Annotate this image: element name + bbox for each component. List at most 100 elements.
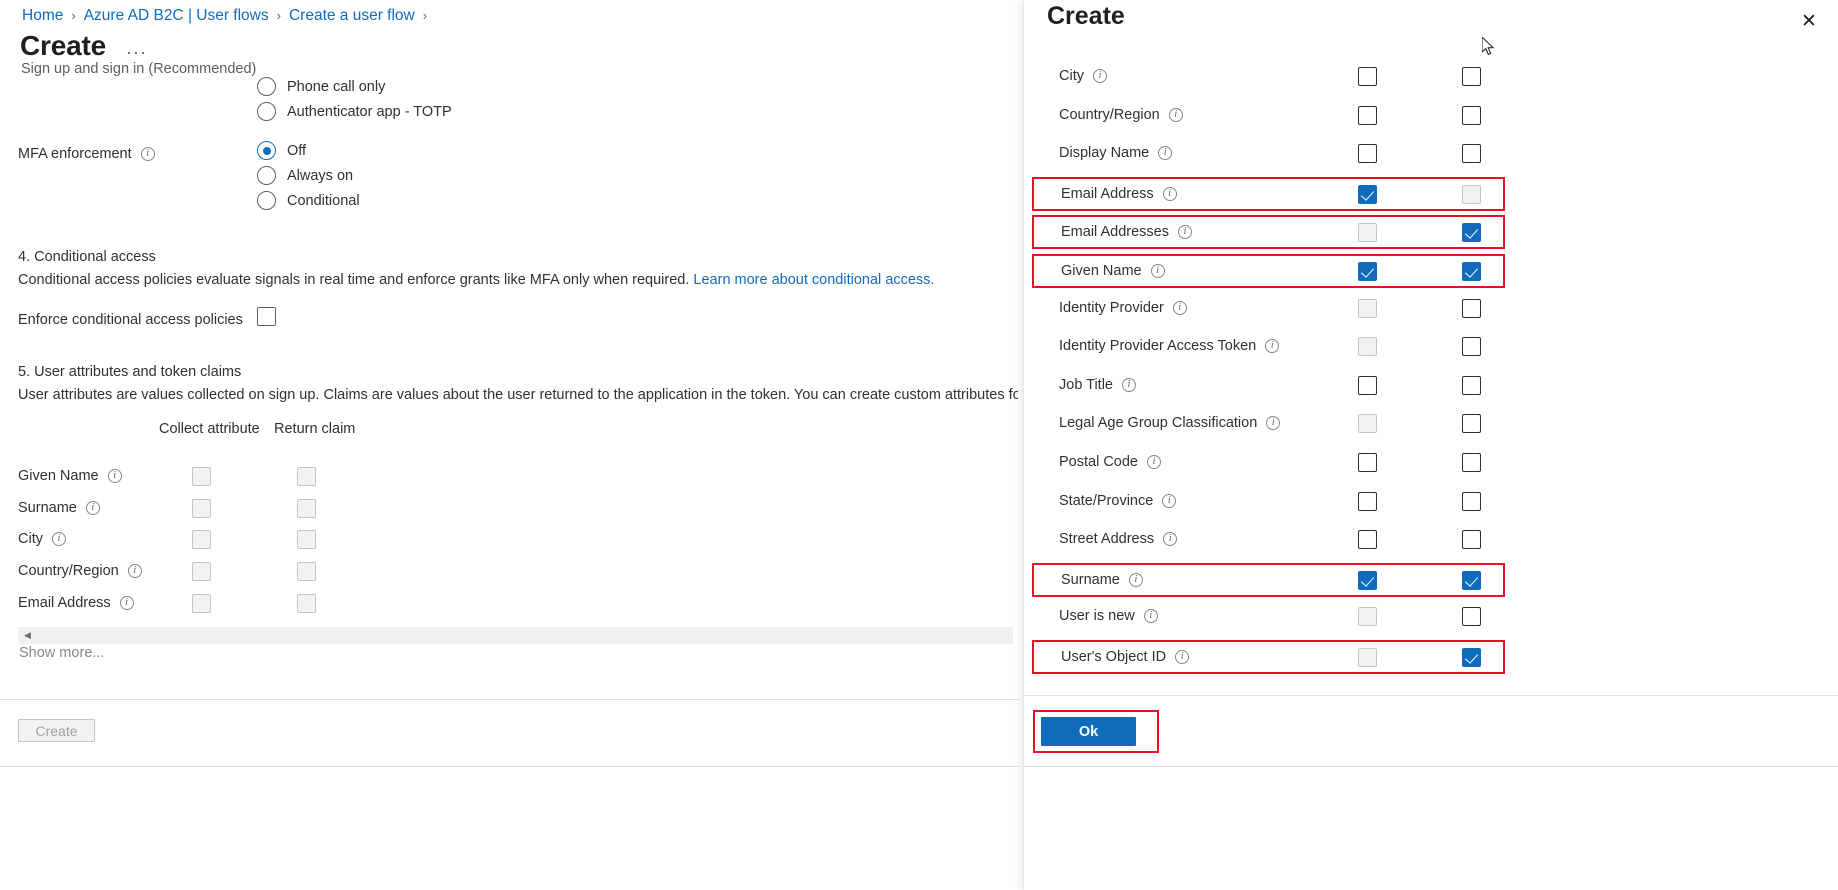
collect-attribute-checkbox[interactable] [1358,223,1377,243]
collect-attribute-checkbox[interactable] [1358,375,1377,395]
panel-row-highlighted: Given Name i [1032,254,1505,288]
collect-attribute-checkbox[interactable] [1358,648,1377,667]
return-claim-checkbox[interactable] [1462,105,1481,125]
collect-attribute-checkbox[interactable] [1358,530,1377,550]
return-claim-checkbox[interactable] [1462,453,1481,472]
collect-attribute-checkbox[interactable] [1358,414,1377,434]
checkbox-box [1358,262,1377,281]
info-icon[interactable]: i [1265,339,1280,354]
collect-attribute-checkbox[interactable] [192,498,211,523]
checkbox-box [1358,414,1377,434]
breadcrumb-item-2[interactable]: Create a user flow [289,6,415,26]
return-claim-checkbox[interactable] [1462,491,1481,511]
info-icon[interactable]: i [51,532,66,547]
enforce-conditional-access-checkbox[interactable] [257,307,276,331]
close-icon[interactable]: ✕ [1794,6,1824,36]
collect-attribute-checkbox[interactable] [192,530,211,554]
return-claim-checkbox[interactable] [1462,262,1481,281]
info-icon[interactable]: i [1143,609,1158,624]
mfa-method-option-authenticator-app-totp[interactable]: Authenticator app - TOTP [257,102,452,121]
info-icon[interactable]: i [127,564,142,579]
return-claim-checkbox[interactable] [1462,184,1481,204]
info-icon[interactable]: i [140,147,155,161]
show-more-link[interactable]: Show more... [19,645,104,661]
checkbox-box [1462,184,1481,204]
more-actions-button[interactable]: ··· [122,43,151,61]
info-icon[interactable]: i [1178,225,1192,240]
horizontal-scrollbar[interactable]: ◀ [18,627,1013,644]
info-icon[interactable]: i [1266,416,1281,431]
info-icon[interactable]: i [107,469,122,483]
attribute-label: Country/Region i [18,563,142,579]
collect-attribute-checkbox[interactable] [1358,570,1377,590]
breadcrumb-item-0[interactable]: Home [22,6,63,26]
return-claim-checkbox[interactable] [1462,298,1481,318]
return-claim-checkbox[interactable] [297,562,316,586]
return-claim-checkbox[interactable] [1462,607,1481,627]
info-icon[interactable]: i [1122,377,1136,392]
info-icon[interactable]: i [1150,264,1165,278]
collect-attribute-checkbox[interactable] [192,562,211,586]
collect-attribute-checkbox[interactable] [1358,337,1377,357]
return-claim-checkbox[interactable] [297,530,316,554]
info-icon[interactable]: i [1168,107,1183,122]
return-claim-checkbox[interactable] [1462,414,1481,434]
checkbox-box [192,498,211,518]
info-icon[interactable]: i [1147,455,1161,469]
scroll-left-arrow-icon[interactable]: ◀ [24,631,31,640]
return-claim-checkbox[interactable] [1462,375,1481,395]
info-icon[interactable]: i [1163,532,1178,547]
info-icon[interactable]: i [1162,493,1177,508]
collect-attribute-checkbox[interactable] [192,467,211,491]
return-claim-checkbox[interactable] [1462,144,1481,164]
attribute-label: Given Name i [18,468,122,484]
checkbox-box [1358,298,1377,318]
ok-button[interactable]: Ok [1041,717,1136,746]
return-claim-checkbox[interactable] [1462,223,1481,243]
attribute-label-text: Given Name [18,468,99,484]
return-claim-checkbox[interactable] [1462,648,1481,667]
collect-attribute-checkbox[interactable] [1358,262,1377,281]
ok-button-highlight: Ok [1033,710,1159,753]
collect-attribute-checkbox[interactable] [1358,491,1377,511]
checkbox-box [1462,144,1481,164]
return-claim-checkbox[interactable] [1462,67,1481,86]
info-icon[interactable]: i [1128,572,1143,587]
collect-attribute-checkbox[interactable] [1358,184,1377,204]
info-icon[interactable]: i [1172,300,1187,315]
attribute-label: Surname i [1061,572,1143,588]
return-claim-checkbox[interactable] [297,467,316,491]
collect-attribute-checkbox[interactable] [1358,105,1377,125]
collect-attribute-checkbox[interactable] [1358,298,1377,318]
collect-attribute-checkbox[interactable] [192,593,211,618]
collect-attribute-checkbox[interactable] [1358,453,1377,472]
collect-attribute-checkbox[interactable] [1358,607,1377,627]
info-icon[interactable]: i [85,500,100,515]
checkbox-box [1358,144,1377,164]
return-claim-checkbox[interactable] [297,498,316,523]
info-icon[interactable]: i [1175,650,1190,664]
info-icon[interactable]: i [1092,69,1107,83]
return-claim-checkbox[interactable] [297,593,316,618]
return-claim-checkbox[interactable] [1462,570,1481,590]
conditional-access-learn-more-link[interactable]: Learn more about conditional access. [693,272,934,288]
info-icon[interactable]: i [1158,146,1173,161]
return-claim-checkbox[interactable] [1462,337,1481,357]
attribute-label: Country/Region i [1059,107,1183,123]
breadcrumb-item-1[interactable]: Azure AD B2C | User flows [84,6,269,26]
collect-attribute-checkbox[interactable] [1358,67,1377,86]
table-row: Country/Region i [0,558,1010,590]
checkbox-box [1462,375,1481,395]
mfa-enforcement-option-conditional[interactable]: Conditional [257,191,360,210]
collect-attribute-checkbox[interactable] [1358,144,1377,164]
mfa-enforcement-option-always-on[interactable]: Always on [257,166,353,185]
return-claim-checkbox[interactable] [1462,530,1481,550]
mfa-enforcement-option-off[interactable]: Off [257,141,306,160]
info-icon[interactable]: i [119,595,134,610]
mfa-method-option-phone-call-only[interactable]: Phone call only [257,77,385,96]
info-icon[interactable]: i [1162,186,1177,201]
attribute-label-text: Email Address [1061,185,1154,202]
page-title-row: Create ··· [20,30,151,62]
attribute-label: Given Name i [1061,263,1165,279]
create-button[interactable]: Create [18,719,95,742]
